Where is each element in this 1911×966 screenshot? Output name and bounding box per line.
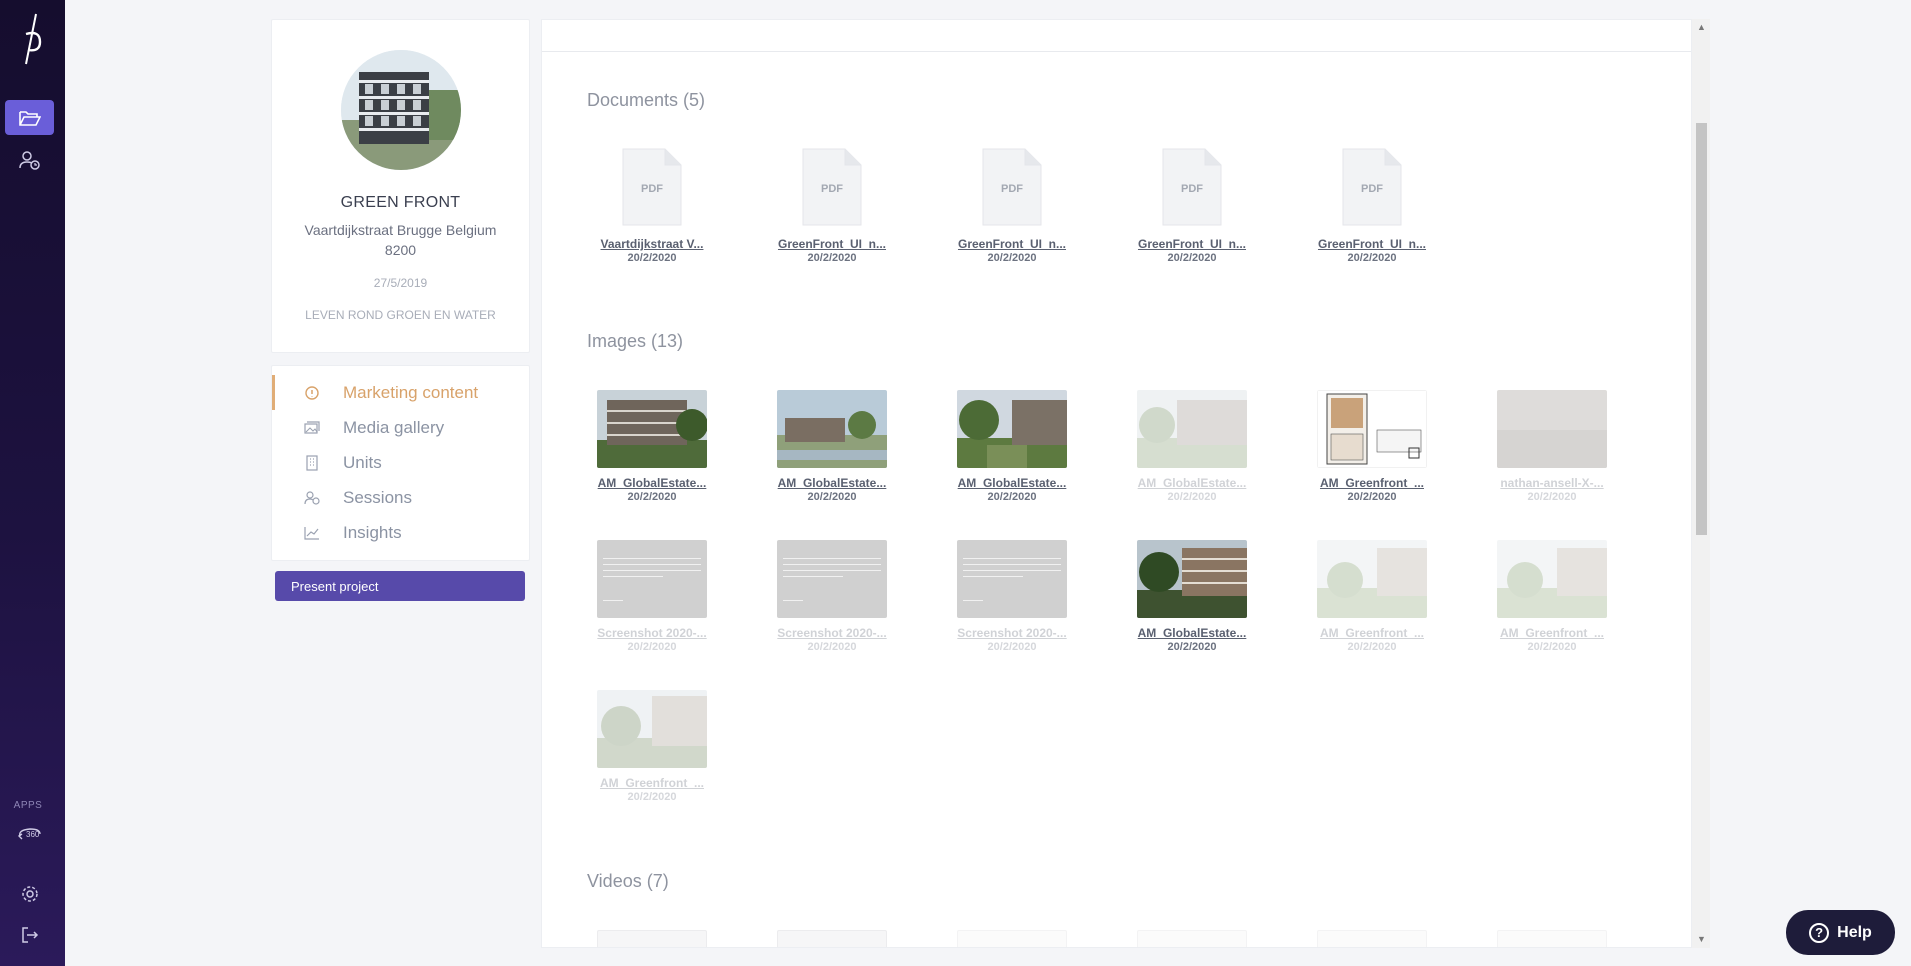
image-thumbnail (1137, 390, 1247, 468)
project-date: 27/5/2019 (373, 276, 428, 290)
contacts-nav-button[interactable] (5, 142, 54, 177)
svg-text:PDF: PDF (1181, 183, 1203, 195)
scroll-down-arrow-icon[interactable]: ▼ (1696, 934, 1707, 944)
user-clock-icon (18, 150, 40, 170)
videos-section-title: Videos (7) (587, 871, 669, 891)
image-thumbnail (777, 540, 887, 618)
document-tile[interactable]: PDF GreenFront_UI_n... 20/2/2020 (1127, 148, 1257, 264)
image-tile[interactable]: AM_GlobalEstate... 20/2/2020 (947, 390, 1077, 503)
image-thumbnail (1497, 540, 1607, 618)
panel-top-divider (542, 51, 1691, 52)
rotate-360-icon: 360 (17, 827, 41, 839)
svg-text:PDF: PDF (821, 183, 843, 195)
gear-icon (21, 885, 38, 902)
question-circle-icon: ? (1809, 922, 1830, 943)
svg-text:360: 360 (26, 830, 40, 839)
pdf-file-icon: PDF (802, 148, 862, 226)
svg-text:PDF: PDF (641, 183, 663, 195)
project-tagline: LEVEN ROND GROEN EN WATER (305, 308, 496, 322)
pdf-file-icon: PDF (1342, 148, 1402, 226)
image-tile[interactable]: AM_Greenfront_... 20/2/2020 (1307, 540, 1437, 653)
settings-button[interactable] (5, 876, 54, 911)
app-360-button[interactable]: 360 (5, 815, 54, 850)
menu-item-insights[interactable]: Insights (272, 515, 529, 550)
image-tile[interactable]: AM_GlobalEstate... 20/2/2020 (1127, 390, 1257, 503)
images-section-title: Images (13) (587, 331, 684, 351)
folder-open-icon (18, 110, 41, 126)
pdf-file-icon: PDF (982, 148, 1042, 226)
app-logo[interactable] (14, 12, 50, 68)
video-thumbnail[interactable] (1137, 930, 1247, 947)
image-thumbnail (777, 390, 887, 468)
menu-item-units[interactable]: Units (272, 445, 529, 480)
project-menu: Marketing content Media gallery Units Se… (271, 365, 530, 561)
menu-item-media-gallery[interactable]: Media gallery (272, 410, 529, 445)
app-rail: APPS 360 (0, 0, 65, 966)
projects-nav-button[interactable] (5, 100, 54, 135)
image-tile[interactable]: Screenshot 2020-... 20/2/2020 (767, 540, 897, 653)
image-tile[interactable]: Screenshot 2020-... 20/2/2020 (947, 540, 1077, 653)
chart-line-icon (304, 525, 320, 541)
document-tile[interactable]: PDF GreenFront_UI_n... 20/2/2020 (1307, 148, 1437, 264)
image-tile[interactable]: AM_Greenfront_... 20/2/2020 (587, 690, 717, 803)
video-thumbnail[interactable] (777, 930, 887, 947)
video-thumbnail[interactable] (957, 930, 1067, 947)
document-tile[interactable]: PDF GreenFront_UI_n... 20/2/2020 (947, 148, 1077, 264)
logout-button[interactable] (5, 917, 54, 952)
image-tile[interactable]: AM_Greenfront_... 20/2/2020 (1487, 540, 1617, 653)
image-thumbnail (957, 390, 1067, 468)
project-name: GREEN FRONT (340, 194, 461, 211)
video-thumbnail[interactable] (597, 930, 707, 947)
panel-scrollbar[interactable]: ▲ ▼ (1692, 19, 1710, 948)
logout-icon (21, 926, 38, 943)
scrollbar-thumb[interactable] (1696, 123, 1707, 535)
building-icon (304, 454, 320, 471)
apps-label: APPS (13, 800, 43, 811)
image-thumbnail (1497, 390, 1607, 468)
project-avatar (341, 50, 461, 170)
document-tile[interactable]: PDF GreenFront_UI_n... 20/2/2020 (767, 148, 897, 264)
pdf-file-icon: PDF (1162, 148, 1222, 226)
help-button[interactable]: ? Help (1786, 910, 1895, 955)
present-project-button[interactable]: Present project (275, 571, 525, 601)
image-tile[interactable]: AM_GlobalEstate... 20/2/2020 (1127, 540, 1257, 653)
menu-item-marketing-content[interactable]: Marketing content (272, 375, 529, 410)
documents-section-title: Documents (5) (587, 90, 706, 110)
image-thumbnail (957, 540, 1067, 618)
info-circle-icon (304, 385, 320, 401)
pdf-file-icon: PDF (622, 148, 682, 226)
project-card: GREEN FRONT Vaartdijkstraat Brugge Belgi… (271, 19, 530, 353)
image-thumbnail (597, 540, 707, 618)
gallery-icon (304, 420, 320, 436)
image-tile[interactable]: AM_GlobalEstate... 20/2/2020 (767, 390, 897, 503)
svg-text:PDF: PDF (1361, 183, 1383, 195)
image-tile[interactable]: AM_GlobalEstate... 20/2/2020 (587, 390, 717, 503)
user-clock-icon (304, 490, 320, 506)
image-thumbnail (597, 690, 707, 768)
scroll-up-arrow-icon[interactable]: ▲ (1696, 22, 1707, 32)
project-address: Vaartdijkstraat Brugge Belgium 8200 (304, 222, 497, 258)
marketing-content-panel: Documents (5) PDF Vaartdijkstraat V... 2… (541, 19, 1692, 948)
image-tile[interactable]: Screenshot 2020-... 20/2/2020 (587, 540, 717, 653)
image-tile[interactable]: AM_Greenfront_... 20/2/2020 (1307, 390, 1437, 503)
menu-item-sessions[interactable]: Sessions (272, 480, 529, 515)
image-thumbnail (1317, 390, 1427, 468)
video-thumbnail[interactable] (1317, 930, 1427, 947)
image-thumbnail (597, 390, 707, 468)
svg-text:PDF: PDF (1001, 183, 1023, 195)
video-thumbnail[interactable] (1497, 930, 1607, 947)
image-thumbnail (1137, 540, 1247, 618)
image-tile[interactable]: nathan-ansell-X-... 20/2/2020 (1487, 390, 1617, 503)
image-thumbnail (1317, 540, 1427, 618)
document-tile[interactable]: PDF Vaartdijkstraat V... 20/2/2020 (587, 148, 717, 264)
